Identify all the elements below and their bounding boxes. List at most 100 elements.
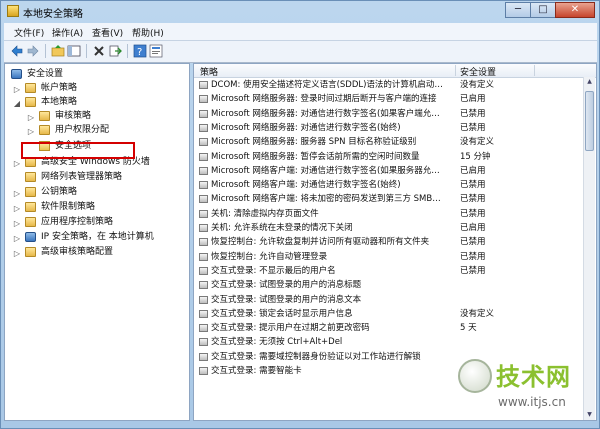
table-row[interactable]: 关机: 清除虚拟内存页面文件 已禁用 [194, 208, 596, 220]
expand-arrow-icon[interactable]: ▷ [13, 232, 21, 245]
delete-icon[interactable] [92, 44, 106, 58]
folder-icon [25, 187, 36, 197]
policy-name: 恢复控制台: 允许软盘复制并访问所有驱动器和所有文件夹 [211, 237, 430, 248]
policy-setting: 15 分钟 [460, 151, 491, 162]
policy-name: Microsoft 网络服务器: 对通信进行数字签名(始终) [211, 122, 401, 133]
policy-setting: 已启用 [460, 223, 486, 233]
scroll-thumb[interactable] [585, 91, 594, 151]
menu-file[interactable]: 文件(F) [14, 26, 44, 39]
expand-arrow-icon[interactable]: ▷ [13, 202, 21, 215]
table-row[interactable]: Microsoft 网络服务器: 对通信进行数字签名(如果客户端允… 已禁用 [194, 108, 596, 120]
forward-icon[interactable] [26, 44, 40, 58]
up-folder-icon[interactable] [51, 44, 65, 58]
table-row[interactable]: Microsoft 网络服务器: 暂停会话前所需的空闲时间数量 15 分钟 [194, 151, 596, 163]
policy-setting: 已启用 [460, 94, 486, 105]
maximize-button[interactable]: □ [530, 2, 556, 18]
folder-icon [25, 202, 36, 212]
policy-icon [199, 309, 208, 318]
policy-setting: 没有定义 [460, 308, 495, 319]
window: 本地安全策略 ─ □ ✕ 文件(F) 操作(A) 查看(V) 帮助(H) ? 安… [0, 0, 600, 429]
policy-setting: 已禁用 [460, 108, 486, 119]
policy-icon [199, 166, 208, 175]
app-icon [7, 5, 19, 17]
table-row[interactable]: Microsoft 网络服务器: 服务器 SPN 目标名称验证级别 没有定义 [194, 136, 596, 148]
tree-item-label: 网络列表管理器策略 [41, 172, 123, 182]
table-row[interactable]: 交互式登录: 锁定会话时显示用户信息 没有定义 [194, 308, 596, 320]
column-header-setting[interactable]: 安全设置 [460, 65, 496, 78]
minimize-button[interactable]: ─ [505, 2, 531, 18]
table-row[interactable]: 恢复控制台: 允许软盘复制并访问所有驱动器和所有文件夹 已禁用 [194, 236, 596, 248]
policy-icon [199, 324, 208, 333]
policy-setting: 已禁用 [460, 180, 486, 191]
policy-name: Microsoft 网络客户端: 对通信进行数字签名(如果服务器允… [211, 165, 440, 176]
window-title: 本地安全策略 [23, 9, 83, 20]
policy-icon [199, 238, 208, 247]
menu-view[interactable]: 查看(V) [92, 26, 123, 39]
shield-icon [11, 69, 22, 79]
expand-arrow-icon[interactable]: ▷ [13, 247, 21, 260]
policy-list-pane: 策略 安全设置 DCOM: 使用安全描述符定义语言(SDDL)语法的计算机启动…… [193, 63, 597, 421]
table-row[interactable]: Microsoft 网络客户端: 对通信进行数字签名(如果服务器允… 已启用 [194, 165, 596, 177]
policy-icon [199, 266, 208, 275]
policy-icon [199, 352, 208, 361]
policy-icon [199, 281, 208, 290]
table-row[interactable]: 交互式登录: 无须按 Ctrl+Alt+Del [194, 336, 596, 348]
menu-action[interactable]: 操作(A) [52, 26, 83, 39]
toolbar: ? [4, 41, 597, 63]
expand-arrow-icon[interactable]: ▷ [27, 125, 35, 138]
expand-arrow-icon[interactable]: ▷ [13, 157, 21, 170]
table-row[interactable]: 交互式登录: 需要智能卡 [194, 365, 596, 377]
folder-icon [25, 97, 36, 107]
table-row[interactable]: Microsoft 网络服务器: 对通信进行数字签名(始终) 已禁用 [194, 122, 596, 134]
close-button[interactable]: ✕ [555, 2, 595, 18]
policy-icon [199, 81, 208, 89]
policy-name: 交互式登录: 试图登录的用户的消息文本 [211, 294, 362, 305]
column-header-policy[interactable]: 策略 [200, 65, 218, 78]
policy-icon [199, 152, 208, 161]
expand-arrow-icon[interactable]: ▷ [27, 111, 35, 124]
policy-name: 交互式登录: 试图登录的用户的消息标题 [211, 280, 362, 291]
title-bar[interactable]: 本地安全策略 ─ □ ✕ [1, 1, 599, 21]
policy-setting: 没有定义 [460, 137, 495, 148]
policy-name: Microsoft 网络客户端: 对通信进行数字签名(始终) [211, 180, 401, 191]
expand-arrow-icon[interactable]: ▷ [13, 217, 21, 230]
table-row[interactable]: 交互式登录: 提示用户在过期之前更改密码 5 天 [194, 322, 596, 334]
policy-name: Microsoft 网络服务器: 对通信进行数字签名(如果客户端允… [211, 108, 440, 119]
table-row[interactable]: Microsoft 网络客户端: 对通信进行数字签名(始终) 已禁用 [194, 179, 596, 191]
back-icon[interactable] [10, 44, 24, 58]
tree-item-label: IP 安全策略，在 本地计算机 [41, 232, 154, 242]
folder-icon [25, 83, 36, 93]
policy-icon [199, 224, 208, 232]
tree-item-label: 公钥策略 [41, 187, 78, 197]
table-row[interactable]: 交互式登录: 试图登录的用户的消息标题 [194, 279, 596, 291]
menu-help[interactable]: 帮助(H) [132, 26, 164, 39]
scroll-up-icon[interactable]: ▲ [585, 77, 594, 87]
policy-setting: 已禁用 [460, 265, 486, 276]
export-list-icon[interactable] [108, 44, 122, 58]
table-row[interactable]: 关机: 允许系统在未登录的情况下关闭 已启用 [194, 222, 596, 234]
tree-item-label: 应用程序控制策略 [41, 217, 114, 227]
policy-name: 交互式登录: 提示用户在过期之前更改密码 [211, 323, 370, 334]
policy-icon [199, 195, 208, 204]
table-row[interactable]: Microsoft 网络服务器: 登录时间过期后断开与客户端的连接 已启用 [194, 93, 596, 105]
table-row[interactable]: 交互式登录: 需要域控制器身份验证以对工作站进行解锁 [194, 351, 596, 363]
scroll-down-icon[interactable]: ▼ [585, 410, 594, 420]
policy-icon [199, 123, 208, 132]
expand-arrow-icon[interactable]: ▷ [13, 187, 21, 200]
show-tree-icon[interactable] [67, 44, 81, 58]
folder-icon [25, 247, 36, 257]
table-row[interactable]: 交互式登录: 试图登录的用户的消息文本 [194, 294, 596, 306]
folder-icon [25, 172, 36, 182]
table-row[interactable]: 恢复控制台: 允许自动管理登录 已禁用 [194, 251, 596, 263]
collapse-arrow-icon[interactable]: ◢ [13, 97, 21, 110]
tree-item-label: 本地策略 [41, 97, 78, 107]
properties-icon[interactable] [149, 44, 163, 58]
table-row[interactable]: DCOM: 使用安全描述符定义语言(SDDL)语法的计算机启动… 没有定义 [194, 79, 596, 91]
help-icon[interactable]: ? [133, 44, 147, 58]
tree-item-label: 用户权限分配 [55, 125, 110, 135]
vertical-scrollbar[interactable]: ▲ ▼ [583, 77, 595, 420]
policy-name: DCOM: 使用安全描述符定义语言(SDDL)语法的计算机启动… [211, 80, 443, 90]
expand-arrow-icon[interactable]: ▷ [13, 83, 21, 96]
table-row[interactable]: Microsoft 网络客户端: 将未加密的密码发送到第三方 SMB… 已禁用 [194, 193, 596, 205]
table-row[interactable]: 交互式登录: 不显示最后的用户名 已禁用 [194, 265, 596, 277]
